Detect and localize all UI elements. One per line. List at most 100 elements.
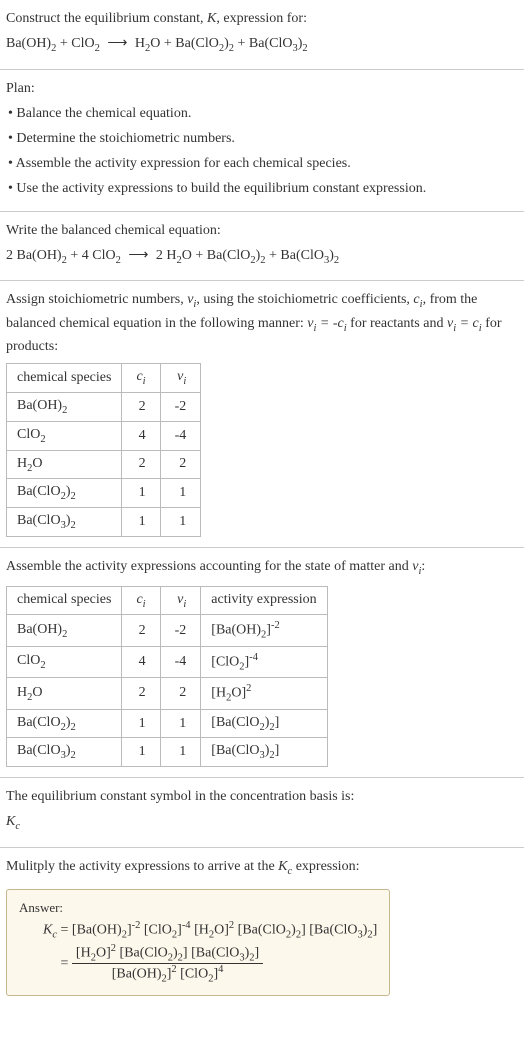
cell: Ba(ClO2)2 (7, 709, 122, 738)
stoich-text: Assign stoichiometric numbers, νi, using… (6, 289, 518, 357)
sub: 2 (62, 628, 67, 639)
unbalanced-equation: Ba(OH)2 + ClO2 ⟶ H2O + Ba(ClO2)2 + Ba(Cl… (6, 33, 518, 57)
t: K (43, 923, 52, 938)
th-species: chemical species (7, 586, 122, 615)
sub: 2 (70, 721, 75, 732)
cell: -4 (160, 646, 201, 677)
t: ] (275, 715, 280, 730)
t: = (57, 923, 72, 938)
eq-r2: O + Ba(ClO (150, 36, 219, 51)
balanced-heading: Write the balanced chemical equation: (6, 220, 518, 241)
t: ] (183, 945, 188, 960)
numerator: [H2O]2 [Ba(ClO2)2] [Ba(ClO3)2] (72, 943, 263, 964)
t: ] (275, 743, 280, 758)
sub: 2 (62, 405, 67, 416)
sup: 2 (171, 964, 176, 975)
cell: Ba(ClO3)2 (7, 738, 122, 767)
kc-symbol-text: The equilibrium constant symbol in the c… (6, 786, 518, 807)
sup: 2 (111, 943, 116, 954)
sub: i (143, 598, 146, 609)
t: ] (301, 923, 306, 938)
sup: 2 (229, 920, 234, 931)
t: for reactants and (347, 316, 447, 331)
cell: 2 (122, 450, 160, 479)
sup: -2 (271, 620, 280, 631)
t: O (231, 686, 241, 701)
t: , using the stoichiometric coefficients, (196, 292, 413, 307)
eq-r4: + Ba(ClO (234, 36, 292, 51)
cell: ClO2 (7, 421, 122, 450)
t: Ba(ClO (196, 945, 240, 960)
plan-item: • Determine the stoichiometric numbers. (8, 128, 518, 149)
balanced-equation: 2 Ba(OH)2 + 4 ClO2 ⟶ 2 H2O + Ba(ClO2)2 +… (6, 245, 518, 269)
t: Ba(OH) (77, 923, 122, 938)
t: Ba(ClO (17, 743, 61, 758)
t: Ba(ClO (17, 513, 61, 528)
table-row: Ba(ClO2)211[Ba(ClO2)2] (7, 709, 328, 738)
th-vi: νi (160, 364, 201, 393)
cell: 1 (160, 709, 201, 738)
cell: 2 (122, 678, 160, 709)
stoich-table: chemical species ci νi Ba(OH)22-2 ClO24-… (6, 363, 201, 537)
table-row: Ba(ClO3)211[Ba(ClO3)2] (7, 738, 328, 767)
cell: [Ba(ClO2)2] (201, 709, 327, 738)
cell: 4 (122, 421, 160, 450)
cell: [ClO2]-4 (201, 646, 327, 677)
cell: Ba(ClO3)2 (7, 508, 122, 537)
th-vi: νi (160, 586, 201, 615)
t: 2 H (156, 248, 177, 263)
t: Ba(OH) (116, 967, 161, 982)
cell: H2O (7, 678, 122, 709)
t: Ba(ClO (216, 715, 260, 730)
cell: [H2O]2 (201, 678, 327, 709)
sub: 2 (302, 43, 307, 54)
arrow-icon: ⟶ (128, 245, 148, 266)
sub: i (419, 566, 422, 577)
t: = c (456, 316, 479, 331)
t: Ba(OH) (17, 622, 62, 637)
sub: 2 (40, 434, 45, 445)
table-row: ClO24-4 (7, 421, 201, 450)
cell: 1 (160, 738, 201, 767)
cell: [Ba(ClO3)2] (201, 738, 327, 767)
sup: -4 (182, 920, 191, 931)
table-row: H2O22[H2O]2 (7, 678, 328, 709)
t: Assemble the activity expressions accoun… (6, 559, 412, 574)
cell: 2 (160, 678, 201, 709)
t: = (57, 956, 72, 971)
q-text: Construct the equilibrium constant, (6, 11, 207, 26)
t: O (214, 923, 224, 938)
eq-left2: + ClO (56, 36, 94, 51)
t: H (17, 456, 27, 471)
th-ci: ci (122, 586, 160, 615)
plan-item: • Balance the chemical equation. (8, 103, 518, 124)
cell: -2 (160, 392, 201, 421)
t: Ba(ClO (216, 743, 260, 758)
k-symbol: K (207, 11, 216, 26)
t: ClO (185, 967, 208, 982)
cell: 1 (160, 508, 201, 537)
t: K (6, 814, 15, 829)
sub: c (15, 821, 20, 832)
fraction: [H2O]2 [Ba(ClO2)2] [Ba(ClO3)2] [Ba(OH)2]… (72, 943, 263, 985)
t: H (216, 686, 226, 701)
cell: 1 (122, 738, 160, 767)
cell: 4 (122, 646, 160, 677)
t: ] (373, 923, 378, 938)
table-row: ClO24-4[ClO2]-4 (7, 646, 328, 677)
cell: -2 (160, 615, 201, 646)
t: 2 Ba(OH) (6, 248, 62, 263)
cell: Ba(OH)2 (7, 392, 122, 421)
t: O (96, 945, 106, 960)
sup: -2 (132, 920, 141, 931)
t: Ba(ClO (17, 715, 61, 730)
sub: i (183, 598, 186, 609)
cell: ClO2 (7, 646, 122, 677)
th-species: chemical species (7, 364, 122, 393)
answer-label: Answer: (19, 900, 377, 916)
t: ClO (17, 427, 40, 442)
eq-r1: H (135, 36, 145, 51)
arrow-icon: ⟶ (107, 33, 127, 54)
cell: -4 (160, 421, 201, 450)
t: Ba(ClO (17, 484, 61, 499)
